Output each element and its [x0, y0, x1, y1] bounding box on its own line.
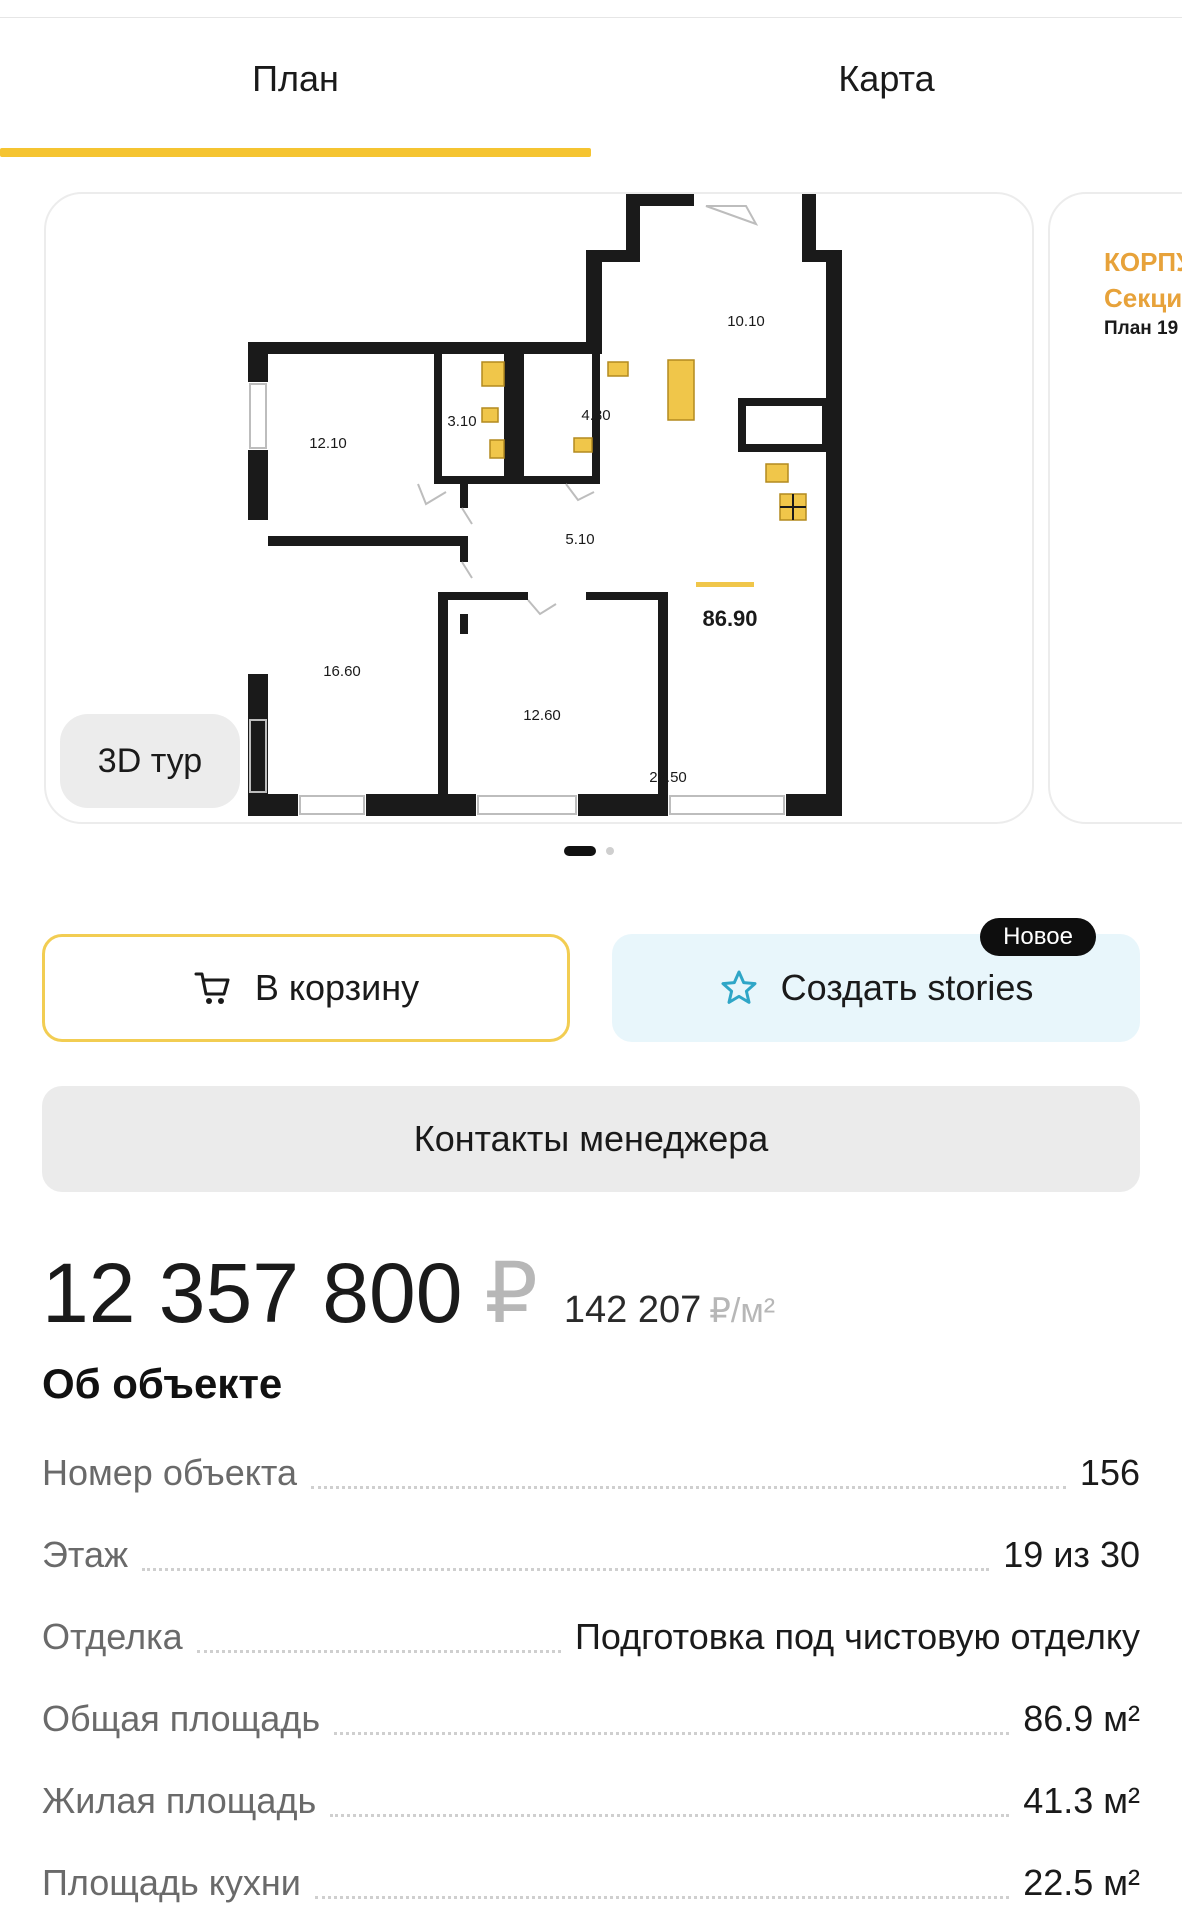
pagination-dot-active[interactable] — [564, 846, 596, 856]
room-area-label: 5.10 — [565, 531, 594, 548]
tab-bar: План Карта — [0, 18, 1182, 157]
spec-row-floor: Этаж 19 из 30 — [42, 1514, 1140, 1596]
room-area-label: 12.60 — [523, 707, 561, 724]
spec-row-object-number: Номер объекта 156 — [42, 1432, 1140, 1514]
carousel-pagination — [0, 846, 1182, 858]
add-to-cart-button[interactable]: В корзину — [42, 934, 570, 1042]
spec-value: Подготовка под чистовую отделку — [574, 1616, 1140, 1657]
dotted-leader — [314, 1895, 1010, 1899]
price-per-m2-unit: ₽/м² — [709, 1292, 776, 1330]
dotted-leader — [334, 1731, 1010, 1735]
about-section-title: Об объекте — [42, 1360, 283, 1407]
room-area-label: 3.10 — [447, 413, 476, 430]
room-area-label: 12.10 — [309, 435, 347, 452]
spec-label: Общая площадь — [42, 1698, 321, 1739]
price-currency: ₽ — [484, 1246, 538, 1340]
room-area-label: 22.50 — [649, 769, 687, 786]
spec-label: Номер объекта — [42, 1452, 298, 1493]
active-tab-indicator — [0, 148, 591, 157]
manager-contacts-button[interactable]: Контакты менеджера — [42, 1086, 1140, 1192]
price-per-m2: 142 207 — [563, 1289, 702, 1331]
spec-value: 156 — [1079, 1452, 1140, 1493]
spec-row-kitchen-area: Площадь кухни 22.5 м² — [42, 1842, 1140, 1920]
spec-row-total-area: Общая площадь 86.9 м² — [42, 1678, 1140, 1760]
object-specs-list: Номер объекта 156 Этаж 19 из 30 Отделка … — [42, 1432, 1140, 1920]
cart-icon — [194, 972, 230, 1004]
tab-plan[interactable]: План — [0, 18, 591, 140]
spec-label: Отделка — [42, 1616, 183, 1657]
spec-value: 41.3 м² — [1023, 1780, 1140, 1821]
top-bar-edge — [0, 0, 1182, 18]
dotted-leader — [142, 1567, 990, 1571]
next-slide-caption: КОРПУ Секци План 19 — [1104, 244, 1182, 342]
3d-tour-button[interactable]: 3D тур — [60, 714, 240, 808]
price-amount: 12 357 800 — [42, 1246, 463, 1340]
new-badge: Новое — [980, 918, 1096, 956]
next-slide-line2: Секци — [1104, 283, 1182, 313]
price-row: 12 357 800 ₽ 142 207 ₽/м² — [42, 1244, 1142, 1344]
star-icon — [721, 970, 757, 1004]
add-to-cart-label: В корзину — [254, 967, 420, 1008]
next-slide-card[interactable]: КОРПУ Секци План 19 — [1048, 192, 1182, 824]
room-area-label: 10.10 — [727, 313, 765, 330]
spec-value: 19 из 30 — [1003, 1534, 1140, 1575]
pagination-dot[interactable] — [606, 847, 614, 855]
room-area-label: 16.60 — [323, 663, 361, 680]
dotted-leader — [311, 1485, 1066, 1489]
spec-label: Этаж — [42, 1534, 129, 1575]
image-carousel[interactable]: 12.10 3.10 4.80 10.10 5.10 16.60 12.60 2… — [0, 192, 1182, 828]
spec-label: Площадь кухни — [42, 1862, 301, 1903]
next-slide-line3: План 19 — [1104, 318, 1179, 339]
spec-value: 86.9 м² — [1023, 1698, 1140, 1739]
spec-row-living-area: Жилая площадь 41.3 м² — [42, 1760, 1140, 1842]
next-slide-line1: КОРПУ — [1104, 247, 1182, 277]
floorplan-card[interactable]: 12.10 3.10 4.80 10.10 5.10 16.60 12.60 2… — [44, 192, 1034, 824]
spec-value: 22.5 м² — [1023, 1862, 1140, 1903]
create-stories-label: Создать stories — [780, 967, 1034, 1008]
room-area-label: 4.80 — [581, 407, 610, 424]
total-area-label: 86.90 — [702, 606, 757, 631]
spec-row-finishing: Отделка Подготовка под чистовую отделку — [42, 1596, 1140, 1678]
spec-label: Жилая площадь — [42, 1780, 317, 1821]
dotted-leader — [196, 1649, 561, 1653]
dotted-leader — [330, 1813, 1010, 1817]
tab-map[interactable]: Карта — [591, 18, 1182, 140]
